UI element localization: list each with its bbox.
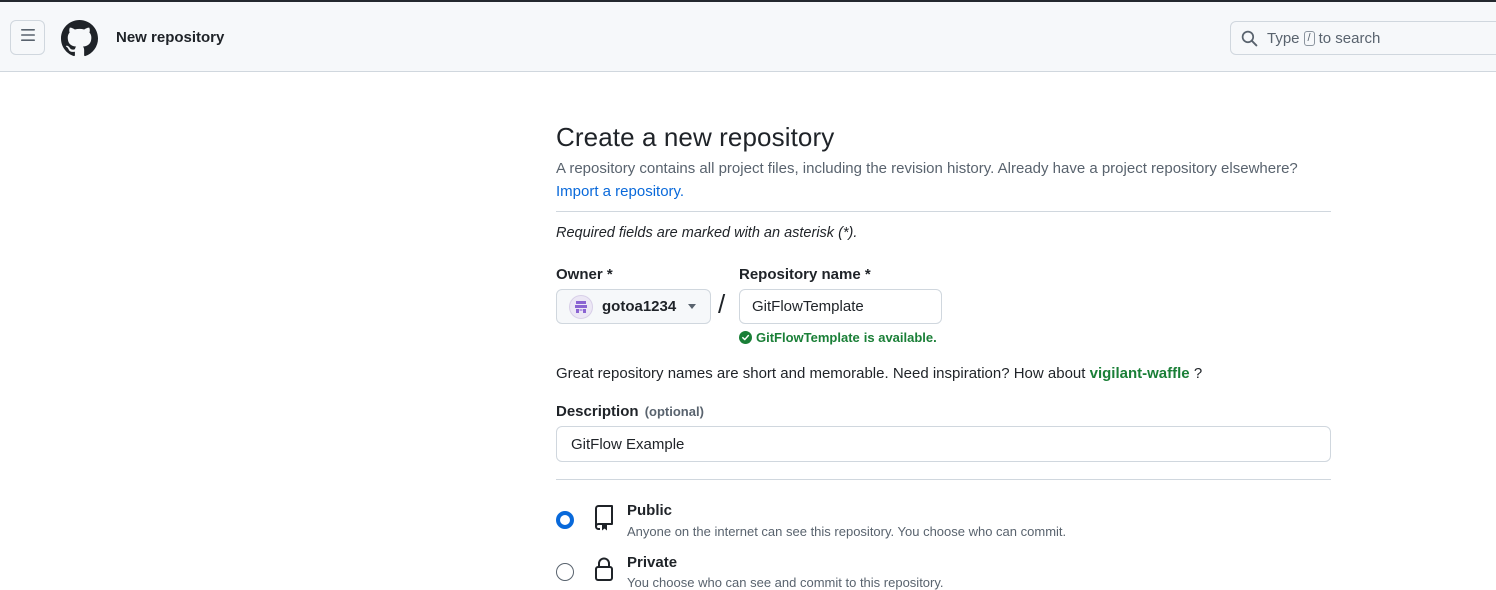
inspiration-text: Great repository names are short and mem… [556, 365, 1086, 382]
owner-name: gotoa1234 [602, 298, 677, 315]
repo-name-label: Repository name * [739, 266, 871, 283]
public-option-title: Public [627, 502, 673, 519]
availability-message: GitFlowTemplate is available. [739, 330, 937, 345]
search-icon [1241, 30, 1258, 47]
repo-icon [592, 505, 616, 531]
chevron-down-icon [688, 304, 697, 309]
search-placeholder-prefix: Type [1267, 29, 1300, 47]
menu-button[interactable] [10, 20, 45, 55]
divider [556, 479, 1331, 480]
private-option-description: You choose who can see and commit to thi… [627, 575, 944, 590]
github-octocat-icon[interactable] [61, 20, 98, 57]
description-label-text: Description [556, 403, 639, 420]
owner-dropdown[interactable]: gotoa1234 [556, 289, 711, 324]
hamburger-icon [20, 28, 36, 47]
public-radio[interactable] [556, 511, 574, 529]
app-header: New repository Type / to search [0, 2, 1496, 72]
name-inspiration: Great repository names are short and mem… [556, 365, 1202, 382]
private-option-title: Private [627, 554, 678, 571]
owner-repo-separator: / [718, 289, 726, 319]
repository-name-input[interactable] [739, 289, 942, 324]
description-input[interactable] [556, 426, 1331, 462]
inspiration-question: ? [1193, 365, 1203, 382]
availability-text: is available. [863, 330, 937, 345]
public-option-description: Anyone on the internet can see this repo… [627, 524, 1067, 539]
search-placeholder-suffix: to search [1318, 29, 1381, 47]
page-subtitle: A repository contains all project files,… [556, 160, 1298, 177]
import-repository-link[interactable]: Import a repository. [556, 183, 684, 200]
check-circle-icon [739, 331, 752, 344]
avatar [569, 294, 593, 319]
header-title[interactable]: New repository [116, 29, 224, 46]
private-radio[interactable] [556, 563, 574, 581]
page-title: Create a new repository [556, 122, 835, 152]
search-shortcut-key: / [1303, 30, 1315, 46]
required-fields-note: Required fields are marked with an aster… [556, 225, 858, 241]
divider [556, 211, 1331, 212]
lock-icon [592, 556, 616, 582]
search-input[interactable]: Type / to search [1230, 21, 1496, 55]
description-label: Description (optional) [556, 403, 704, 420]
owner-label: Owner * [556, 266, 613, 283]
name-suggestion-link[interactable]: vigilant-waffle [1090, 365, 1190, 382]
availability-name: GitFlowTemplate [756, 330, 860, 345]
optional-tag: (optional) [644, 404, 704, 419]
